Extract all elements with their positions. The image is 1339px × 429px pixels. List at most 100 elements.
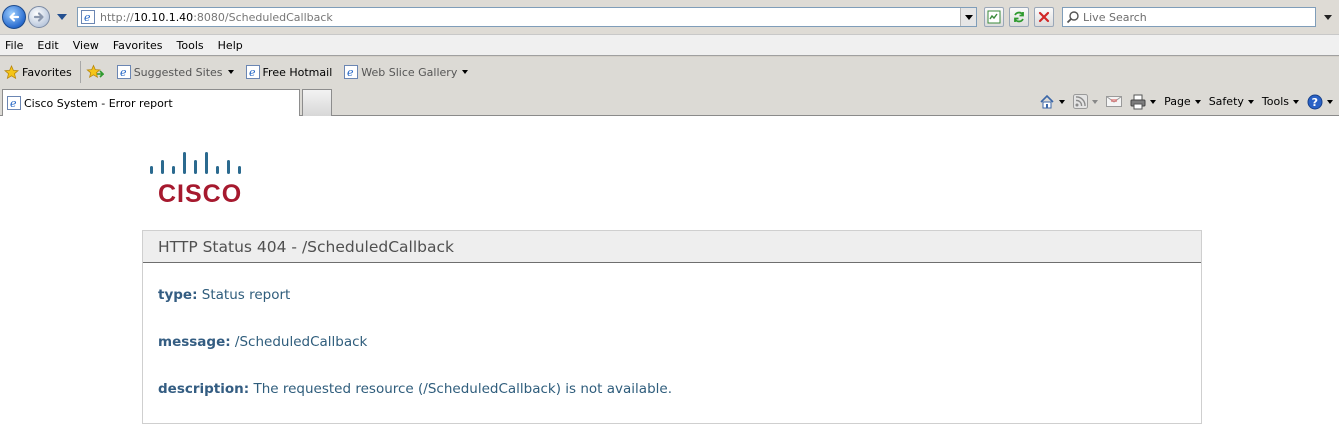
- chevron-down-icon: [1059, 99, 1066, 104]
- chevron-down-icon: [1293, 99, 1299, 104]
- menu-edit[interactable]: Edit: [31, 39, 64, 52]
- page-menu-button[interactable]: Page: [1164, 95, 1201, 108]
- chevron-down-icon: [1194, 99, 1201, 104]
- web-slice-gallery-link[interactable]: e Web Slice Gallery: [340, 61, 472, 83]
- ie-page-icon: e: [7, 96, 21, 110]
- cisco-wordmark: CISCO: [158, 180, 243, 208]
- chevron-down-icon: [1150, 99, 1157, 104]
- chevron-down-icon: [1092, 99, 1099, 104]
- menu-file[interactable]: File: [0, 39, 29, 52]
- url-scheme: http://: [100, 10, 134, 24]
- chevron-down-icon: [964, 14, 973, 20]
- print-button[interactable]: [1130, 94, 1157, 110]
- error-message-line: message: /ScheduledCallback: [158, 334, 367, 350]
- free-hotmail-link[interactable]: e Free Hotmail: [242, 61, 337, 83]
- back-button[interactable]: [2, 5, 26, 29]
- tab-active[interactable]: e Cisco System - Error report: [2, 89, 300, 116]
- ie-page-icon: e: [81, 10, 95, 24]
- svg-text:e: e: [347, 66, 354, 79]
- star-icon: [4, 64, 19, 79]
- tools-menu-label: Tools: [1261, 95, 1289, 108]
- search-icon: [1066, 11, 1079, 24]
- add-favorite-star-icon: [85, 64, 104, 79]
- menu-favorites[interactable]: Favorites: [107, 39, 169, 52]
- help-icon: ?: [1307, 94, 1323, 109]
- refresh-icon: [1014, 11, 1024, 23]
- favorites-bar: Favorites e Suggested Sites e Free Hotma…: [0, 57, 1339, 87]
- tab-title: Cisco System - Error report: [24, 96, 173, 110]
- favorites-button[interactable]: Favorites: [0, 61, 76, 83]
- address-toolbar: e http://10.10.1.40:8080/ScheduledCallba…: [0, 0, 1339, 34]
- chevron-down-icon: [1247, 99, 1254, 104]
- favorites-label: Favorites: [22, 65, 72, 79]
- type-label: type:: [158, 287, 198, 303]
- back-arrow-icon: [9, 12, 20, 22]
- chevron-down-icon: [1327, 99, 1333, 104]
- error-description-line: description: The requested resource (/Sc…: [158, 381, 672, 397]
- home-icon: [1040, 94, 1054, 108]
- message-value: /ScheduledCallback: [234, 334, 368, 350]
- error-type-line: type: Status report: [158, 287, 290, 303]
- search-input[interactable]: [1083, 10, 1303, 24]
- live-search-box[interactable]: [1062, 7, 1316, 27]
- safety-menu-button[interactable]: Safety: [1209, 95, 1254, 108]
- rss-feed-icon: [1073, 94, 1089, 109]
- stop-button[interactable]: [1034, 7, 1054, 27]
- new-tab-button[interactable]: [302, 89, 332, 116]
- safety-menu-label: Safety: [1208, 95, 1244, 108]
- browser-chrome: e http://10.10.1.40:8080/ScheduledCallba…: [0, 0, 1339, 116]
- toolbar-divider: [79, 61, 81, 83]
- ie-page-icon: e: [344, 65, 359, 79]
- suggested-sites-link[interactable]: e Suggested Sites: [113, 61, 238, 83]
- mail-icon: [1106, 96, 1123, 107]
- tab-bar: e Cisco System - Error report Page Safet…: [0, 87, 1339, 116]
- menu-help[interactable]: Help: [212, 39, 249, 52]
- search-options-icon[interactable]: [1320, 7, 1336, 27]
- cisco-bridge-bars-icon: [150, 152, 241, 174]
- feeds-button[interactable]: [1073, 94, 1099, 109]
- address-dropdown-button[interactable]: [960, 8, 976, 26]
- svg-text:e: e: [120, 66, 127, 79]
- chevron-down-icon: [462, 70, 469, 74]
- compatibility-view-icon: [987, 10, 1001, 24]
- free-hotmail-label: Free Hotmail: [262, 65, 333, 79]
- menu-bar: File Edit View Favorites Tools Help: [0, 34, 1339, 56]
- add-to-favorites-bar-button[interactable]: [84, 61, 109, 83]
- read-mail-button[interactable]: [1106, 95, 1123, 108]
- help-button[interactable]: ?: [1307, 94, 1333, 110]
- address-bar[interactable]: e http://10.10.1.40:8080/ScheduledCallba…: [77, 7, 977, 27]
- stop-icon: [1038, 11, 1050, 23]
- ie-page-icon: e: [245, 65, 260, 79]
- error-panel: HTTP Status 404 - /ScheduledCallback typ…: [142, 230, 1202, 424]
- suggested-sites-label: Suggested Sites: [133, 65, 223, 79]
- svg-text:?: ?: [1312, 96, 1318, 109]
- address-url[interactable]: http://10.10.1.40:8080/ScheduledCallback: [100, 11, 333, 24]
- recent-pages-dropdown-icon[interactable]: [56, 12, 68, 22]
- svg-text:e: e: [10, 97, 17, 110]
- url-path: :8080/ScheduledCallback: [193, 10, 333, 24]
- error-title: HTTP Status 404 - /ScheduledCallback: [158, 237, 454, 256]
- cisco-logo: CISCO: [150, 152, 246, 208]
- description-label: description:: [158, 381, 250, 397]
- ie-page-icon: e: [116, 65, 131, 79]
- type-value: Status report: [201, 287, 291, 303]
- page-menu-label: Page: [1164, 95, 1191, 108]
- menu-view[interactable]: View: [67, 39, 105, 52]
- refresh-button[interactable]: [1009, 7, 1029, 27]
- web-slice-gallery-label: Web Slice Gallery: [361, 65, 458, 79]
- compatibility-view-button[interactable]: [984, 7, 1004, 27]
- svg-text:e: e: [249, 66, 256, 79]
- home-button[interactable]: [1039, 94, 1066, 110]
- page-content: CISCO HTTP Status 404 - /ScheduledCallba…: [0, 116, 1339, 429]
- tools-menu-button[interactable]: Tools: [1262, 95, 1299, 108]
- error-panel-header: HTTP Status 404 - /ScheduledCallback: [143, 231, 1201, 263]
- chevron-down-icon: [227, 70, 234, 74]
- description-value: The requested resource (/ScheduledCallba…: [253, 381, 672, 397]
- menu-tools[interactable]: Tools: [171, 39, 210, 52]
- message-label: message:: [158, 334, 231, 350]
- printer-icon: [1130, 94, 1146, 109]
- forward-arrow-icon: [33, 12, 44, 22]
- command-bar: Page Safety Tools ?: [1031, 87, 1333, 116]
- forward-button[interactable]: [28, 6, 50, 28]
- svg-text:e: e: [84, 11, 91, 24]
